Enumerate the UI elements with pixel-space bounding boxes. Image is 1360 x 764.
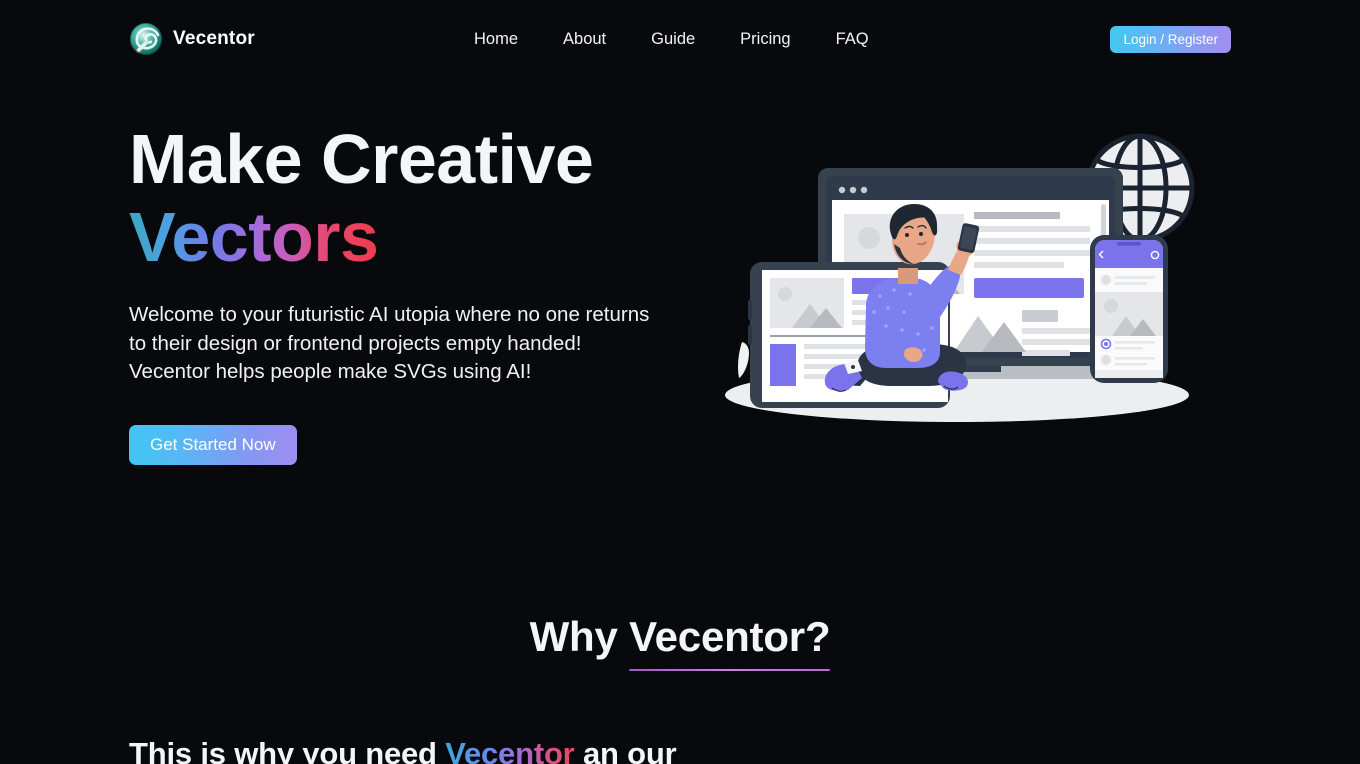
hero-text-column: Make Creative Vectors Welcome to your fu… <box>129 120 689 465</box>
login-register-button[interactable]: Login / Register <box>1110 25 1231 53</box>
brand-name: Vecentor <box>173 28 255 49</box>
main-navigation: Home About Guide Pricing FAQ <box>474 0 869 78</box>
why-title-highlight: Vecentor? <box>629 612 831 671</box>
hero-illustration <box>722 120 1212 430</box>
vecentor-swirl-logo-icon <box>129 22 163 56</box>
hero-section: Make Creative Vectors Welcome to your fu… <box>0 120 1360 465</box>
nav-item-guide[interactable]: Guide <box>651 30 695 49</box>
hero-title: Make Creative Vectors <box>129 120 689 276</box>
nav-item-home[interactable]: Home <box>474 30 518 49</box>
why-section-title: Why Vecentor? <box>529 612 831 671</box>
mobile-phone-device <box>1090 235 1168 383</box>
why-body: This is why you need Vecentor an our ser… <box>0 733 1360 764</box>
brand-logo-link[interactable]: Vecentor <box>129 22 255 56</box>
hero-title-line-2: Vectors <box>129 198 379 276</box>
why-section: Why Vecentor? <box>0 612 1360 671</box>
hero-description: Welcome to your futuristic AI utopia whe… <box>129 303 650 383</box>
nav-item-faq[interactable]: FAQ <box>836 30 869 49</box>
nav-item-about[interactable]: About <box>563 30 606 49</box>
why-subheading-accent: Vecentor <box>445 736 575 764</box>
navbar-cta-wrapper: Login / Register <box>1110 25 1231 53</box>
why-subheading-part-1: This is why you need <box>129 735 446 764</box>
get-started-now-button[interactable]: Get Started Now <box>129 424 297 465</box>
navbar: Vecentor Home About Guide Pricing FAQ Lo… <box>0 0 1360 78</box>
why-title-prefix: Why <box>529 612 630 660</box>
nav-item-pricing[interactable]: Pricing <box>740 30 790 49</box>
hero-title-line-1: Make Creative <box>129 120 594 198</box>
why-subheading: This is why you need Vecentor an our ser… <box>129 733 689 764</box>
